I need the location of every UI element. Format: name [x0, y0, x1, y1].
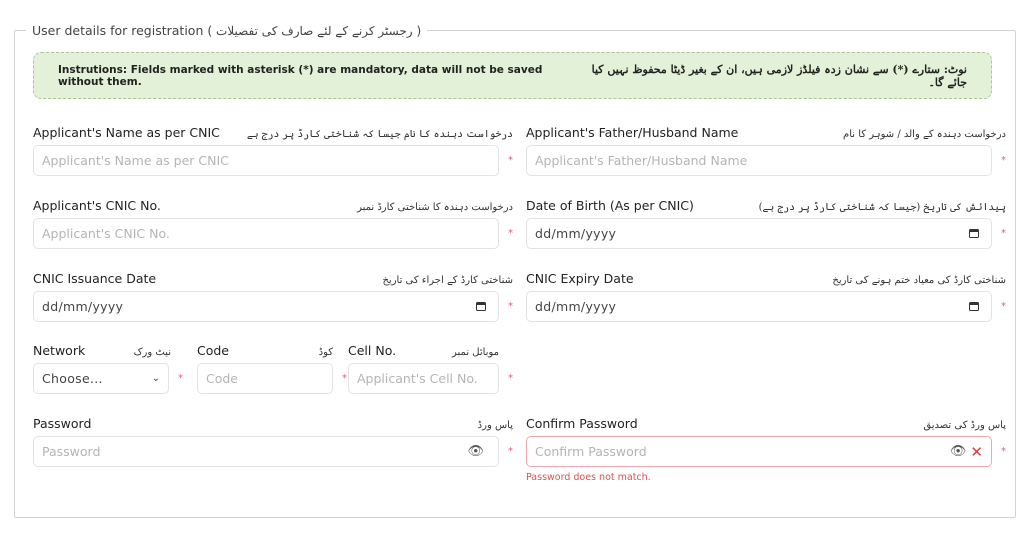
required-mark: *: [508, 373, 513, 384]
cell-label: Cell No.: [348, 343, 397, 358]
dob-label: Date of Birth (As per CNIC): [526, 198, 694, 213]
password-field: Password پاس ورڈ Password 👁 *: [33, 413, 513, 467]
confirm-label: Confirm Password: [526, 416, 638, 431]
required-mark: *: [1001, 301, 1006, 312]
confirm-label-ur: پاس ورڈ کی تصدیق: [923, 420, 1006, 431]
name-field: Applicant's Name as per CNIC درخواست دہند…: [33, 122, 513, 176]
notice-en: Instrutions: Fields marked with asterisk…: [58, 63, 543, 88]
eye-icon[interactable]: 👁: [467, 444, 484, 459]
father-label: Applicant's Father/Husband Name: [526, 125, 739, 140]
issuance-label: CNIC Issuance Date: [33, 271, 157, 286]
fieldset-legend: User details for registration ( رجسٹر کر…: [26, 23, 428, 38]
cell-field: Cell No. موبائل نمبر Applicant's Cell No.…: [348, 340, 513, 394]
name-label-ur: درخواست دہندہ کا نام جیسا کہ شناختی کارڈ…: [246, 129, 513, 140]
required-mark: *: [508, 446, 513, 457]
legend-close: ): [416, 23, 422, 38]
password-mismatch-error: Password does not match.: [526, 472, 651, 483]
error-x-icon: ✕: [970, 442, 983, 461]
cell-label-ur: موبائل نمبر: [452, 347, 499, 358]
dob-input[interactable]: dd/mm/yyyy: [526, 218, 992, 249]
cell-input[interactable]: Applicant's Cell No.: [348, 363, 499, 394]
father-label-ur: درخواست دہندہ کے والد / شوہر کا نام: [843, 129, 1006, 140]
dob-value: dd/mm/yyyy: [535, 226, 617, 241]
legend-en: User details for registration (: [32, 23, 213, 38]
expiry-label: CNIC Expiry Date: [526, 271, 634, 286]
cnic-field: Applicant's CNIC No. درخواست دہندہ کا شنا…: [33, 195, 513, 249]
instructions-notice: Instrutions: Fields marked with asterisk…: [33, 52, 992, 99]
network-select[interactable]: Choose... ⌄: [33, 363, 169, 394]
code-placeholder: Code: [206, 371, 239, 386]
network-label: Network: [33, 343, 86, 358]
issuance-input[interactable]: dd/mm/yyyy: [33, 291, 499, 322]
cnic-input[interactable]: Applicant's CNIC No.: [33, 218, 499, 249]
legend-ur: رجسٹر کرنے کے لئے صارف کی تفصیلات: [212, 24, 417, 38]
required-mark: *: [508, 228, 513, 239]
code-label-ur: کوڈ: [318, 347, 333, 358]
required-mark: *: [508, 155, 513, 166]
required-mark: *: [342, 373, 347, 384]
expiry-label-ur: شناختی کارڈ کی معیاد ختم ہونے کی تاریخ: [832, 275, 1006, 286]
password-placeholder: Password: [42, 444, 101, 459]
confirm-placeholder: Confirm Password: [535, 444, 647, 459]
code-label: Code: [197, 343, 230, 358]
code-field: Code کوڈ Code *: [197, 340, 347, 394]
name-placeholder: Applicant's Name as per CNIC: [42, 153, 229, 168]
calendar-icon[interactable]: [969, 229, 979, 238]
expiry-date-field: CNIC Expiry Date شناختی کارڈ کی معیاد ختم…: [526, 268, 1006, 322]
network-field: Network نیٹ ورک Choose... ⌄ *: [33, 340, 183, 394]
expiry-input[interactable]: dd/mm/yyyy: [526, 291, 992, 322]
cnic-label-ur: درخواست دہندہ کا شناختی کارڈ نمبر: [357, 202, 513, 213]
required-mark: *: [508, 301, 513, 312]
calendar-icon[interactable]: [476, 302, 486, 311]
dob-field: Date of Birth (As per CNIC) پیدائش کی تار…: [526, 195, 1006, 249]
eye-icon[interactable]: 👁: [950, 444, 967, 459]
confirm-password-input[interactable]: Confirm Password 👁 ✕: [526, 436, 992, 467]
notice-ur: نوٹ: ستارے (*) سے نشان زدہ فیلڈز لازمی ہ…: [591, 62, 967, 89]
network-selected: Choose...: [42, 371, 103, 386]
name-input[interactable]: Applicant's Name as per CNIC: [33, 145, 499, 176]
required-mark: *: [1001, 446, 1006, 457]
chevron-down-icon: ⌄: [151, 373, 160, 384]
network-label-ur: نیٹ ورک: [133, 347, 171, 358]
dob-label-ur: پیدائش کی تاریخ (جیسا کہ شناختی کارڈ پر …: [758, 202, 1006, 213]
father-placeholder: Applicant's Father/Husband Name: [535, 153, 748, 168]
cell-placeholder: Applicant's Cell No.: [357, 371, 478, 386]
password-label: Password: [33, 416, 92, 431]
password-label-ur: پاس ورڈ: [477, 420, 513, 431]
code-input[interactable]: Code: [197, 363, 333, 394]
required-mark: *: [1001, 228, 1006, 239]
required-mark: *: [178, 373, 183, 384]
issuance-label-ur: شناختی کارڈ کے اجراء کی تاریخ: [382, 275, 513, 286]
expiry-value: dd/mm/yyyy: [535, 299, 617, 314]
cnic-placeholder: Applicant's CNIC No.: [42, 226, 170, 241]
issuance-date-field: CNIC Issuance Date شناختی کارڈ کے اجراء ک…: [33, 268, 513, 322]
confirm-password-field: Confirm Password پاس ورڈ کی تصدیق Confirm…: [526, 413, 1006, 483]
cnic-label: Applicant's CNIC No.: [33, 198, 161, 213]
required-mark: *: [1001, 155, 1006, 166]
name-label: Applicant's Name as per CNIC: [33, 125, 220, 140]
father-name-field: Applicant's Father/Husband Name درخواست د…: [526, 122, 1006, 176]
password-input[interactable]: Password 👁: [33, 436, 499, 467]
father-input[interactable]: Applicant's Father/Husband Name: [526, 145, 992, 176]
calendar-icon[interactable]: [969, 302, 979, 311]
issuance-value: dd/mm/yyyy: [42, 299, 124, 314]
